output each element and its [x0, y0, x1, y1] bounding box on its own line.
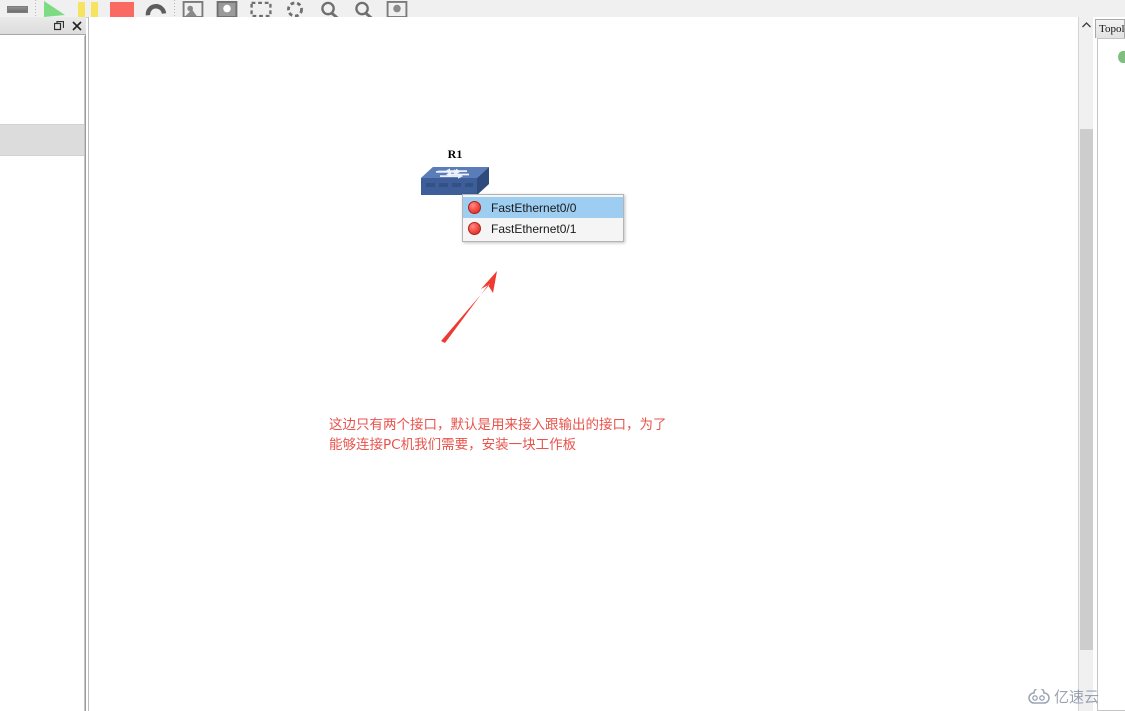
- link-status-down-icon: [468, 222, 481, 235]
- dashed-rect-icon: [250, 1, 272, 17]
- lasso-button[interactable]: [278, 0, 312, 17]
- scroll-up-button[interactable]: [1079, 17, 1093, 33]
- tab-topology[interactable]: Topol: [1095, 19, 1125, 38]
- capture-button[interactable]: [210, 0, 244, 17]
- left-dock-panel: [0, 17, 86, 711]
- pause-icon: [78, 2, 98, 17]
- image-icon: [182, 1, 204, 17]
- device-thumbnail-icon: [1118, 51, 1125, 63]
- main-toolbar: [0, 0, 1125, 18]
- menu-item-label: FastEthernet0/0: [491, 200, 577, 215]
- menu-item-label: FastEthernet0/1: [491, 221, 577, 236]
- reload-icon: [145, 4, 167, 16]
- save-image-button[interactable]: [380, 0, 414, 17]
- chevron-up-icon: [1081, 22, 1091, 28]
- magnifier-minus-icon: [355, 1, 373, 17]
- watermark: 亿速云: [1028, 686, 1099, 707]
- select-region-button[interactable]: [244, 0, 278, 17]
- minimize-button[interactable]: [0, 0, 34, 17]
- play-icon: [44, 1, 65, 17]
- save-image-icon: [386, 1, 408, 17]
- pause-button[interactable]: [71, 0, 105, 17]
- minus-icon: [6, 6, 28, 13]
- dashed-circle-icon: [287, 1, 303, 17]
- menu-item-fastethernet0-0[interactable]: FastEthernet0/0: [463, 197, 623, 218]
- left-panel-body[interactable]: [0, 36, 85, 711]
- zoom-in-button[interactable]: [312, 0, 346, 17]
- left-panel-selected-item[interactable]: [0, 124, 84, 156]
- interface-context-menu[interactable]: FastEthernet0/0 FastEthernet0/1: [462, 194, 624, 242]
- topology-canvas-container: R1 FastEthernet0/0 FastEthernet0/1 这边只有两…: [88, 17, 1093, 711]
- scroll-thumb[interactable]: [1080, 129, 1093, 650]
- screenshot-button[interactable]: [176, 0, 210, 17]
- link-status-down-icon: [468, 201, 481, 214]
- float-window-icon: [53, 20, 64, 30]
- application-window: R1 FastEthernet0/0 FastEthernet0/1 这边只有两…: [0, 0, 1125, 711]
- zoom-out-button[interactable]: [346, 0, 380, 17]
- arrow-up-right-icon: [441, 271, 497, 343]
- annotation-note: 这边只有两个接口，默认是用来接入跟输出的接口，为了 能够连接PC机我们需要，安装…: [329, 417, 667, 453]
- reload-button[interactable]: [139, 0, 173, 17]
- float-panel-button[interactable]: [53, 20, 64, 31]
- menu-item-fastethernet0-1[interactable]: FastEthernet0/1: [463, 218, 623, 239]
- camera-icon: [216, 1, 238, 17]
- right-panel-body[interactable]: [1097, 38, 1125, 711]
- annotation-arrow: [436, 267, 516, 347]
- topology-canvas[interactable]: R1 FastEthernet0/0 FastEthernet0/1 这边只有两…: [91, 17, 1077, 711]
- left-panel-header: [0, 17, 86, 35]
- stop-icon: [110, 2, 134, 17]
- right-dock-panel: Topol: [1093, 17, 1125, 711]
- close-icon: [71, 20, 82, 31]
- canvas-vertical-scrollbar[interactable]: [1078, 17, 1093, 711]
- watermark-text: 亿速云: [1054, 688, 1100, 706]
- device-label-r1: R1: [447, 147, 463, 161]
- magnifier-plus-icon: [321, 1, 339, 17]
- cloud-icon: [1028, 688, 1050, 704]
- close-panel-button[interactable]: [71, 20, 82, 31]
- start-button[interactable]: [37, 0, 71, 17]
- stop-button[interactable]: [105, 0, 139, 17]
